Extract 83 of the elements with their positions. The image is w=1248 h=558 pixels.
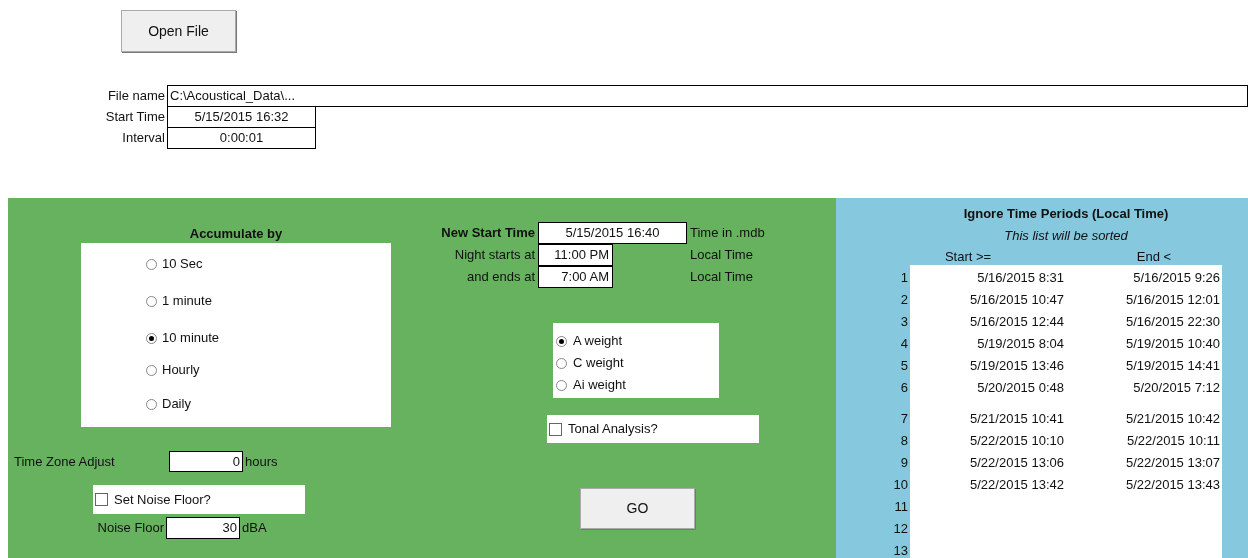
option-label: 1 minute bbox=[162, 292, 212, 311]
input-field[interactable]: 0 bbox=[169, 451, 243, 472]
row-number: 3 bbox=[899, 313, 908, 332]
row-number: 13 bbox=[892, 542, 908, 558]
input-field[interactable]: 11:00 PM bbox=[538, 244, 613, 266]
checkbox[interactable] bbox=[549, 422, 562, 436]
open-file-button[interactable]: Open File bbox=[121, 10, 236, 52]
radio-button[interactable] bbox=[556, 357, 567, 369]
table-cell-text: 5/16/2015 12:44 bbox=[969, 313, 1065, 332]
radio-button[interactable] bbox=[556, 379, 567, 391]
input-field[interactable]: 5/15/2015 16:40 bbox=[538, 222, 687, 244]
row-number: 2 bbox=[899, 291, 908, 310]
radio-button[interactable] bbox=[146, 332, 157, 344]
table-cell-text: 5/22/2015 13:43 bbox=[1125, 476, 1221, 495]
row-number: 11 bbox=[893, 498, 908, 517]
section-title: Ignore Time Periods (Local Time) bbox=[962, 205, 1170, 223]
option-label: Hourly bbox=[162, 361, 200, 380]
row-number: 12 bbox=[892, 520, 908, 539]
field-note: Local Time bbox=[690, 268, 753, 287]
noise-floor-checkbox[interactable]: Set Noise Floor? bbox=[93, 485, 305, 514]
field-label: File name bbox=[106, 87, 166, 106]
radio-button[interactable] bbox=[146, 398, 157, 410]
table-cell-text: 5/16/2015 12:01 bbox=[1125, 291, 1221, 310]
field-note: Time in .mdb bbox=[690, 224, 765, 243]
option-label: Daily bbox=[162, 395, 191, 414]
radio-button[interactable] bbox=[556, 335, 567, 347]
table-cell-text: 5/16/2015 10:47 bbox=[969, 291, 1065, 310]
table-cell-text: 5/22/2015 13:07 bbox=[1125, 454, 1221, 473]
radio-button[interactable] bbox=[146, 295, 157, 307]
radio-button[interactable] bbox=[146, 364, 157, 376]
tonal-analysis-checkbox[interactable]: Tonal Analysis? bbox=[547, 415, 759, 443]
row-number: 8 bbox=[899, 432, 908, 451]
row-number: 7 bbox=[899, 410, 908, 429]
field-note: Local Time bbox=[690, 246, 753, 265]
field-label: Noise Floor bbox=[96, 519, 165, 538]
column-header: Start >= bbox=[943, 248, 993, 266]
unit-label: hours bbox=[244, 452, 278, 471]
table-cell-text: 5/16/2015 22:30 bbox=[1125, 313, 1221, 332]
table-cell-text: 5/21/2015 10:41 bbox=[969, 410, 1065, 429]
option-label: Ai weight bbox=[573, 376, 626, 395]
input-field[interactable]: 5/15/2015 16:32 bbox=[167, 106, 316, 128]
unit-label: dBA bbox=[241, 519, 267, 538]
field-label: Start Time bbox=[104, 108, 166, 127]
row-number: 6 bbox=[899, 379, 908, 398]
table-cell-text: 5/22/2015 10:10 bbox=[969, 432, 1065, 451]
section-subtitle: This list will be sorted bbox=[1003, 227, 1129, 245]
field-label: Time Zone Adjust bbox=[14, 452, 116, 471]
input-field[interactable]: 0:00:01 bbox=[167, 127, 316, 149]
checkbox[interactable] bbox=[95, 493, 108, 506]
checkbox-label: Set Noise Floor? bbox=[114, 490, 211, 509]
table-cell-text: 5/19/2015 8:04 bbox=[976, 335, 1065, 354]
row-number: 1 bbox=[899, 269, 908, 288]
option-label: C weight bbox=[573, 354, 624, 373]
radio-button[interactable] bbox=[146, 258, 157, 270]
input-field[interactable]: 7:00 AM bbox=[538, 266, 613, 288]
row-number: 4 bbox=[899, 335, 908, 354]
row-number: 9 bbox=[899, 454, 908, 473]
section-title: Accumulate by bbox=[188, 225, 284, 243]
field-label: Night starts at bbox=[453, 246, 536, 265]
column-header: End < bbox=[1135, 248, 1173, 266]
table-cell-text: 5/22/2015 13:06 bbox=[969, 454, 1065, 473]
table-cell-text: 5/21/2015 10:42 bbox=[1125, 410, 1221, 429]
table-cell-text: 5/19/2015 10:40 bbox=[1125, 335, 1221, 354]
table-cell-text: 5/16/2015 8:31 bbox=[976, 269, 1065, 288]
input-field[interactable]: 30 bbox=[166, 517, 240, 539]
option-label: 10 minute bbox=[162, 329, 220, 348]
option-label: A weight bbox=[573, 332, 623, 351]
field-label: Interval bbox=[121, 129, 166, 148]
table-cell-text: 5/22/2015 13:42 bbox=[969, 476, 1065, 495]
go-button[interactable]: GO bbox=[580, 488, 695, 529]
field-label: New Start Time bbox=[440, 224, 536, 243]
table-cell-text: 5/19/2015 13:46 bbox=[969, 357, 1065, 376]
row-number: 10 bbox=[892, 476, 908, 495]
option-label: 10 Sec bbox=[162, 255, 203, 274]
field-label: and ends at bbox=[466, 268, 536, 287]
table-cell-text: 5/20/2015 0:48 bbox=[976, 379, 1065, 398]
table-cell-text: 5/19/2015 14:41 bbox=[1125, 357, 1221, 376]
table-cell-text: 5/22/2015 10:11 bbox=[1126, 432, 1221, 451]
input-field[interactable]: C:\Acoustical_Data\... bbox=[167, 85, 1248, 107]
checkbox-label: Tonal Analysis? bbox=[568, 420, 658, 439]
row-number: 5 bbox=[899, 357, 908, 376]
table-cell-text: 5/20/2015 7:12 bbox=[1132, 379, 1221, 398]
table-cell-text: 5/16/2015 9:26 bbox=[1132, 269, 1221, 288]
